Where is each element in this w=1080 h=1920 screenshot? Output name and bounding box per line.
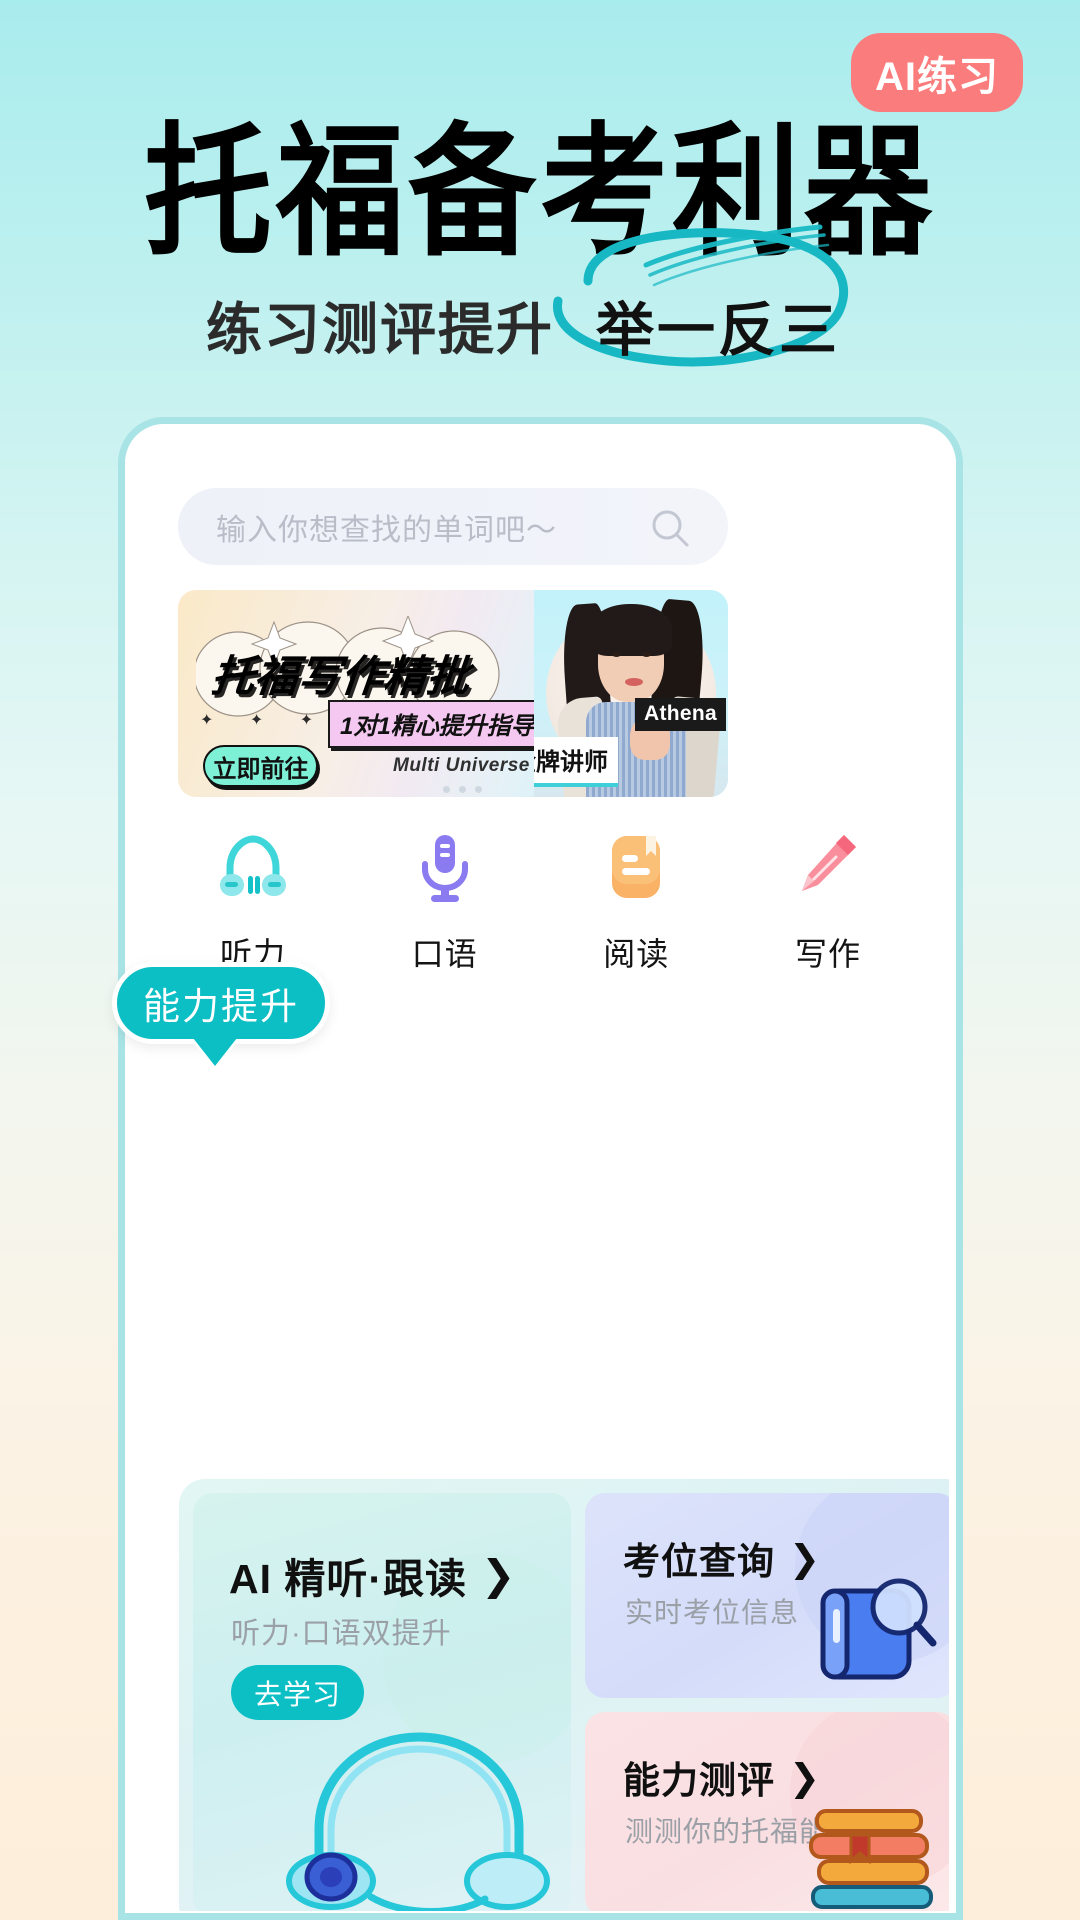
card-ai-title-text: AI 精听·跟读 xyxy=(229,1556,468,1602)
teacher-eye-right xyxy=(642,652,651,657)
headphones-illustration xyxy=(286,1732,550,1911)
subtitle-highlight-text: 举一反三 xyxy=(595,298,840,363)
category-item-reading[interactable]: 阅读 xyxy=(561,831,711,975)
card-ai-title: AI 精听·跟读 ❯ xyxy=(229,1545,516,1605)
app-screen: 输入你想查找的单词吧～ 托福写作精批 ✦ ✦ ✦ ✦ 1对1精心提升指导 立即前… xyxy=(132,431,949,1911)
category-item-writing[interactable]: 写作 xyxy=(753,831,903,975)
hero-section: AI练习 托福备考利器 练习测评提升 举一反三 xyxy=(0,0,1080,420)
pen-icon xyxy=(792,831,864,905)
ability-panel: AI 精听·跟读 ❯ 听力·口语双提升 去学习 考位查询 ❯ 实时考位信息 能力… xyxy=(179,1479,949,1911)
teacher-title-tag: 托福金牌讲师 xyxy=(534,737,618,787)
subtitle-highlight: 举一反三 xyxy=(552,224,874,367)
chevron-right-icon: ❯ xyxy=(789,1756,822,1798)
search-placeholder: 输入你想查找的单词吧～ xyxy=(216,513,557,547)
category-label: 写作 xyxy=(794,936,861,972)
card-ai-subtitle: 听力·口语双提升 xyxy=(231,1618,452,1650)
subtitle-text: 练习测评提升 xyxy=(205,297,554,361)
teacher-lips xyxy=(625,678,643,686)
search-input[interactable]: 输入你想查找的单词吧～ xyxy=(178,488,728,565)
stacked-books-illustration xyxy=(809,1809,933,1909)
teacher-photo: Athena 托福金牌讲师 xyxy=(534,590,728,797)
card-ai-listening[interactable]: AI 精听·跟读 ❯ 听力·口语双提升 去学习 xyxy=(193,1493,571,1911)
card-exam-subtitle: 实时考位信息 xyxy=(625,1597,800,1628)
card-exam-title: 考位查询 ❯ xyxy=(623,1531,821,1585)
microphone-icon xyxy=(409,831,481,905)
search-icon[interactable] xyxy=(648,506,692,550)
promo-banner[interactable]: 托福写作精批 ✦ ✦ ✦ ✦ 1对1精心提升指导 立即前往 Multi Univ… xyxy=(178,590,728,797)
headphones-icon xyxy=(217,831,289,905)
phone-mockup: 输入你想查找的单词吧～ 托福写作精批 ✦ ✦ ✦ ✦ 1对1精心提升指导 立即前… xyxy=(118,417,963,1920)
ai-practice-badge[interactable]: AI练习 xyxy=(851,33,1023,112)
carousel-dots[interactable] xyxy=(443,786,482,793)
category-label: 口语 xyxy=(411,936,478,972)
card-ai-cta-label: 去学习 xyxy=(253,1678,341,1710)
promo-cta-button[interactable]: 立即前往 xyxy=(203,745,318,787)
category-nav: 听力 口语 阅读 写作 xyxy=(178,831,903,975)
subtitle-row: 练习测评提升 举一反三 xyxy=(0,224,1080,367)
ai-practice-badge-label: AI练习 xyxy=(875,54,999,99)
promo-title: 托福写作精批 xyxy=(209,653,473,701)
card-exam-title-text: 考位查询 xyxy=(623,1541,775,1582)
teacher-eye-left xyxy=(612,652,621,657)
card-ability-test[interactable]: 能力测评 ❯ 测测你的托福能力 xyxy=(585,1712,949,1911)
right-card-column: 考位查询 ❯ 实时考位信息 能力测评 ❯ 测测你的托福能力 xyxy=(585,1493,949,1911)
teacher-hair-top xyxy=(590,604,672,656)
ability-badge-label: 能力提升 xyxy=(143,986,299,1027)
promo-cta-label: 立即前往 xyxy=(212,755,309,783)
promo-subtitle: 1对1精心提升指导 xyxy=(328,700,547,748)
book-search-illustration xyxy=(820,1578,937,1680)
ability-badge: 能力提升 xyxy=(112,962,330,1044)
card-ai-cta-button[interactable]: 去学习 xyxy=(231,1665,364,1720)
card-test-title: 能力测评 ❯ xyxy=(623,1750,821,1804)
category-item-speaking[interactable]: 口语 xyxy=(370,831,520,975)
chevron-right-icon: ❯ xyxy=(481,1552,517,1598)
category-label: 阅读 xyxy=(603,936,670,972)
card-exam-query[interactable]: 考位查询 ❯ 实时考位信息 xyxy=(585,1493,949,1698)
card-test-title-text: 能力测评 xyxy=(623,1760,775,1801)
category-item-listening[interactable]: 听力 xyxy=(178,831,328,975)
book-icon xyxy=(600,831,672,905)
teacher-name-tag: Athena xyxy=(635,698,726,731)
